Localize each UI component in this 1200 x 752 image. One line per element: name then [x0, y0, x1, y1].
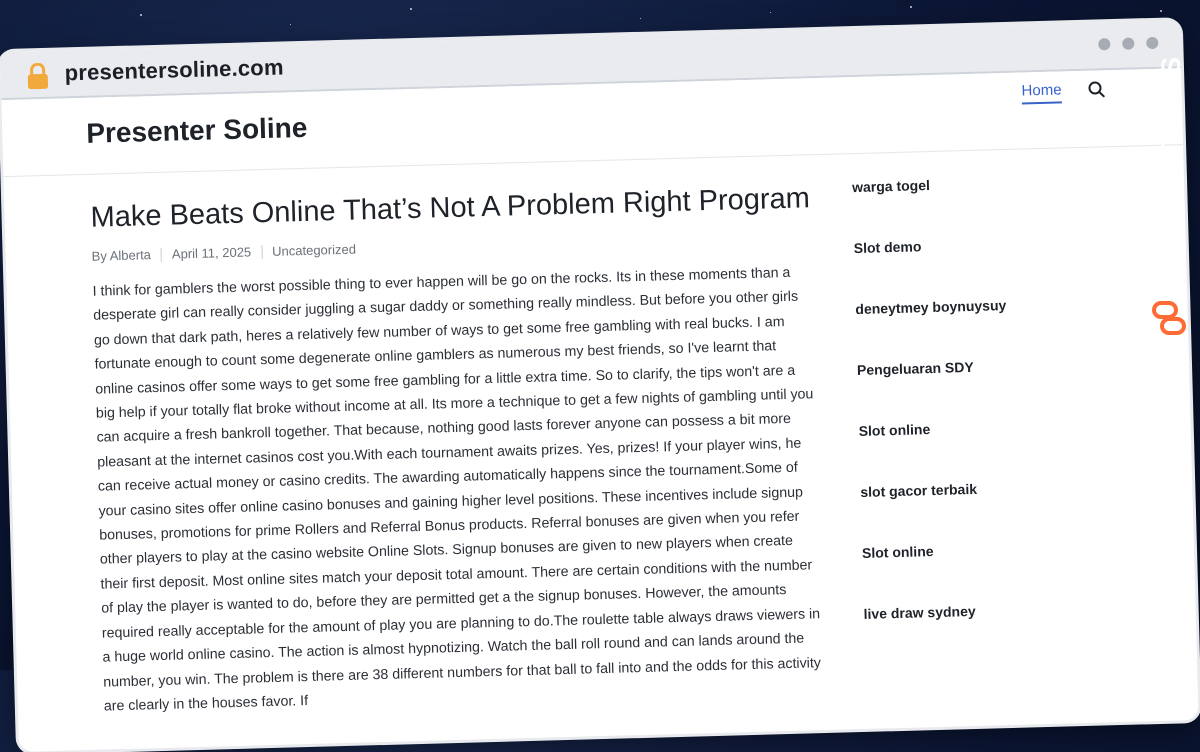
sidebar-link[interactable]: Pengeluaran SDY — [857, 355, 1119, 423]
sidebar-link[interactable]: warga togel — [852, 172, 1114, 240]
post-category[interactable]: Uncategorized — [272, 242, 356, 259]
sidebar-link[interactable]: live draw sydney — [863, 599, 1125, 667]
window-control-dot[interactable] — [1098, 38, 1111, 51]
nav-home-link[interactable]: Home — [1021, 81, 1062, 105]
article: Make Beats Online That’s Not A Problem R… — [90, 182, 824, 719]
meta-divider — [260, 244, 263, 259]
guestpostlinks-text: GUESTPOSTLINKS — [1156, 57, 1186, 293]
search-icon[interactable] — [1087, 80, 1105, 98]
window-control-dot[interactable] — [1146, 36, 1159, 50]
browser-scene: presentersoline.com Presenter Soline Hom… — [0, 0, 1200, 752]
site-title[interactable]: Presenter Soline — [86, 112, 308, 150]
post-title[interactable]: Make Beats Online That’s Not A Problem R… — [90, 182, 811, 234]
sidebar-link[interactable]: Slot demo — [854, 233, 1116, 301]
sidebar-link[interactable]: slot gacor terbaik — [860, 477, 1122, 545]
sidebar: warga togel Slot demo deneytmey boynuysu… — [852, 172, 1125, 667]
sidebar-link[interactable]: Slot online — [858, 416, 1120, 484]
sidebar-link[interactable]: Slot online — [862, 538, 1124, 606]
meta-divider — [160, 247, 163, 262]
guestpostlinks-logo: GUESTPOSTLINKS — [1152, 57, 1186, 335]
post-date[interactable]: April 11, 2025 — [172, 244, 252, 261]
sidebar-link[interactable]: deneytmey boynuysuy — [855, 294, 1117, 362]
url-text[interactable]: presentersoline.com — [64, 54, 284, 86]
guestpostlinks-logo-icon — [1152, 301, 1186, 335]
post-body: I think for gamblers the worst possible … — [92, 264, 822, 715]
browser-window: presentersoline.com Presenter Soline Hom… — [0, 20, 1199, 752]
window-control-dot[interactable] — [1122, 37, 1135, 50]
post-meta: By Alberta April 11, 2025 Uncategorized — [91, 229, 811, 264]
window-controls — [1098, 36, 1159, 51]
lock-icon — [27, 62, 49, 90]
post-author[interactable]: By Alberta — [91, 247, 151, 264]
